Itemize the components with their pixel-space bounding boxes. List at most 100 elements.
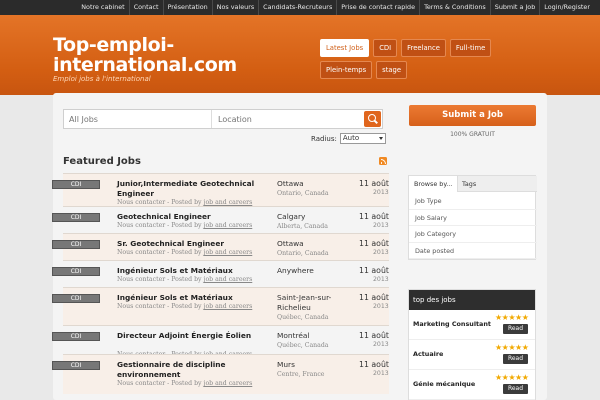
browse-item[interactable]: Job Type xyxy=(409,193,537,210)
posted-by-text: Nous contacter - Posted by xyxy=(117,380,202,387)
top-nav-link[interactable]: Submit a Job xyxy=(489,0,540,15)
job-type-badge: CDI xyxy=(52,332,100,341)
job-title[interactable]: Ingénieur Sols et Matériaux xyxy=(117,293,272,303)
job-region: Ontario, Canada xyxy=(277,250,329,257)
posted-by-link[interactable]: job and careers xyxy=(204,249,253,256)
job-date: 11 août xyxy=(359,331,389,340)
job-type-badge: CDI xyxy=(52,294,100,303)
job-location: Ottawa xyxy=(277,179,304,188)
job-region: Ontario, Canada xyxy=(277,190,329,197)
top-jobs-heading: top des jobs xyxy=(409,290,535,310)
browse-box: Browse by... Tags Job Type Job Salary Job … xyxy=(408,175,537,260)
job-row[interactable]: CDI Ingénieur Sols et Matériaux Nous conta… xyxy=(52,287,389,325)
tab-tags[interactable]: Tags xyxy=(457,176,481,192)
read-button[interactable]: Read xyxy=(503,324,528,334)
browse-item[interactable]: Job Category xyxy=(409,226,537,243)
free-label: 100% GRATUIT xyxy=(450,131,495,138)
category-tab[interactable]: Full-time xyxy=(449,39,492,57)
radius-select[interactable]: Auto xyxy=(339,133,386,144)
posted-by-link[interactable]: job and careers xyxy=(204,303,253,310)
job-title[interactable]: Junior,Intermediate Geotechnical Enginee… xyxy=(117,179,272,199)
rss-icon[interactable] xyxy=(379,157,387,165)
posted-by-text: Nous contacter - Posted by xyxy=(117,199,202,206)
read-button[interactable]: Read xyxy=(503,354,528,364)
job-title[interactable]: Geotechnical Engineer xyxy=(117,212,272,222)
job-meta: Nous contacter - Posted by job and caree… xyxy=(117,249,252,256)
job-date: 11 août xyxy=(359,360,389,369)
job-region: Centre, France xyxy=(277,371,325,378)
job-year: 2013 xyxy=(373,341,389,348)
keywords-input[interactable] xyxy=(64,110,212,128)
job-year: 2013 xyxy=(373,276,389,283)
job-meta: Nous contacter - Posted by job and caree… xyxy=(117,222,252,229)
location-input[interactable] xyxy=(213,110,361,128)
tab-browse-by[interactable]: Browse by... xyxy=(409,176,459,192)
job-type-badge: CDI xyxy=(52,240,100,249)
category-tab[interactable]: stage xyxy=(376,61,408,79)
top-nav-link[interactable]: Login/Register xyxy=(539,0,594,15)
posted-by-link[interactable]: job and careers xyxy=(204,276,253,283)
job-date: 11 août xyxy=(359,266,389,275)
top-jobs-box: top des jobs Marketing Consultant ★★★★★ Re… xyxy=(408,289,536,400)
read-button[interactable]: Read xyxy=(503,384,528,394)
top-job-name[interactable]: Marketing Consultant xyxy=(413,320,491,328)
job-year: 2013 xyxy=(373,370,389,377)
browse-item[interactable]: Date posted xyxy=(409,243,537,259)
category-tab[interactable]: CDI xyxy=(373,39,398,57)
top-nav-link[interactable]: Contact xyxy=(128,0,163,15)
browse-list: Job Type Job Salary Job Category Date poste… xyxy=(409,193,537,259)
browse-item[interactable]: Job Salary xyxy=(409,210,537,226)
job-row[interactable]: CDI Gestionnaire de discipline environnem… xyxy=(52,354,389,394)
top-job-item: Actuaire ★★★★★ Read xyxy=(409,340,535,370)
job-meta: Nous contacter - Posted by job and caree… xyxy=(117,380,252,387)
job-location: Calgary xyxy=(277,212,306,221)
posted-by-link[interactable]: job and careers xyxy=(204,222,253,229)
job-location: Ottawa xyxy=(277,239,304,248)
job-date: 11 août xyxy=(359,239,389,248)
posted-by-link[interactable]: job and careers xyxy=(204,199,253,206)
search-button[interactable] xyxy=(364,111,381,127)
top-nav-link[interactable]: Candidats-Recruteurs xyxy=(258,0,336,15)
job-title[interactable]: Ingénieur Sols et Matériaux xyxy=(117,266,272,276)
top-job-item: Marketing Consultant ★★★★★ Read xyxy=(409,310,535,340)
posted-by-text: Nous contacter - Posted by xyxy=(117,276,202,283)
star-rating-icon: ★★★★★ xyxy=(495,343,529,352)
category-tab[interactable]: Plein-temps xyxy=(320,61,373,79)
job-date: 11 août xyxy=(359,179,389,188)
job-region: Québec, Canada xyxy=(277,314,329,321)
top-navigation: Notre cabinet Contact Présentation Nos vale… xyxy=(77,0,594,15)
submit-job-button[interactable]: Submit a Job xyxy=(409,105,536,126)
job-date: 11 août xyxy=(359,212,389,221)
top-job-item: Génie mécanique ★★★★★ Read xyxy=(409,370,535,400)
posted-by-text: Nous contacter - Posted by xyxy=(117,303,202,310)
job-row[interactable]: CDI Sr. Geotechnical Engineer Nous contact… xyxy=(52,233,389,260)
job-meta: Nous contacter - Posted by job and caree… xyxy=(117,303,252,310)
job-row[interactable]: CDI Geotechnical Engineer Nous contacter -… xyxy=(52,206,389,233)
radius-control: Radius: Auto xyxy=(311,133,386,144)
job-location: Murs xyxy=(277,360,295,369)
job-row[interactable]: CDI Ingénieur Sols et Matériaux Nous conta… xyxy=(52,260,389,287)
job-title[interactable]: Directeur Adjoint Énergie Éolien xyxy=(117,331,272,341)
category-tab[interactable]: Freelance xyxy=(401,39,446,57)
top-nav-link[interactable]: Présentation xyxy=(162,0,212,15)
top-nav-link[interactable]: Prise de contact rapide xyxy=(336,0,419,15)
job-region: Québec, Canada xyxy=(277,342,329,349)
job-year: 2013 xyxy=(373,249,389,256)
job-title[interactable]: Sr. Geotechnical Engineer xyxy=(117,239,272,249)
job-location: Saint-Jean-sur-Richelieu xyxy=(277,293,332,312)
top-jobs-list: Marketing Consultant ★★★★★ Read Actuaire ★★★… xyxy=(409,310,535,400)
top-nav-link[interactable]: Terms & Conditions xyxy=(419,0,490,15)
top-nav-link[interactable]: Nos valeurs xyxy=(211,0,258,15)
site-title[interactable]: Top-emploi-international.com xyxy=(53,35,253,75)
top-job-name[interactable]: Génie mécanique xyxy=(413,380,475,388)
posted-by-link[interactable]: job and careers xyxy=(204,380,253,387)
job-type-badge: CDI xyxy=(52,267,100,276)
top-job-name[interactable]: Actuaire xyxy=(413,350,443,358)
top-nav-link[interactable]: Notre cabinet xyxy=(77,0,128,15)
job-row[interactable]: CDI Junior,Intermediate Geotechnical Engi… xyxy=(52,173,389,206)
site-tagline: Emploi jobs à l'international xyxy=(53,75,151,83)
job-location: Anywhere xyxy=(277,266,314,275)
category-tab[interactable]: Latest Jobs xyxy=(320,39,370,57)
job-title[interactable]: Gestionnaire de discipline environnement xyxy=(117,360,272,380)
job-row[interactable]: CDIDirecteur Adjoint Énergie ÉolienNous … xyxy=(52,325,389,358)
